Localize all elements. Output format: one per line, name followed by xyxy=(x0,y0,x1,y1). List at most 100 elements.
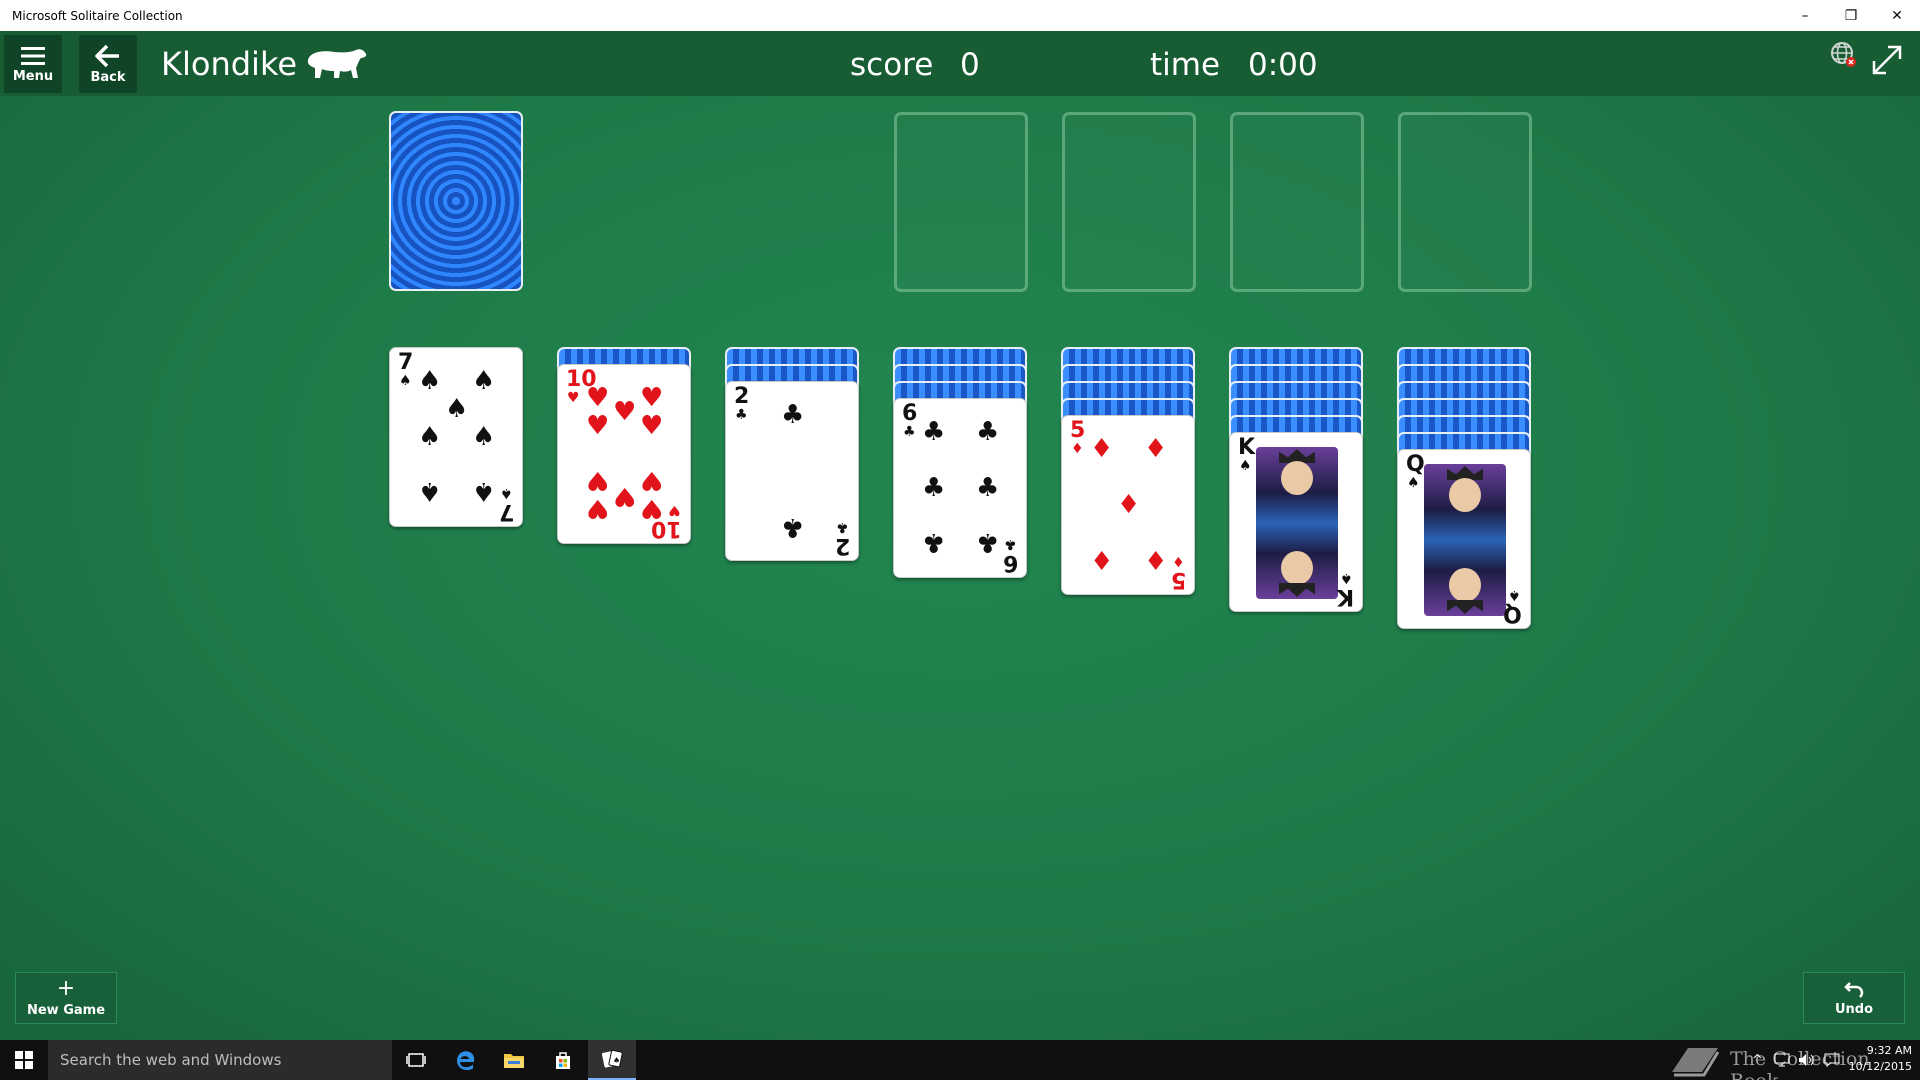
card-suit: ♠ xyxy=(500,485,513,501)
task-view-icon[interactable] xyxy=(392,1040,440,1080)
club-pip: ♣ xyxy=(976,417,1000,447)
heart-pip: ♥ xyxy=(613,481,637,511)
game-header: Menu Back Klondike score 0 time 0:00 xyxy=(0,31,1920,96)
taskbar-search-box[interactable]: Search the web and Windows xyxy=(48,1040,392,1080)
card-rank: 6 xyxy=(902,401,918,426)
heart-pip: ♥ xyxy=(586,465,610,495)
stock-pile[interactable] xyxy=(389,111,523,291)
card-rank: 5 xyxy=(1070,418,1086,443)
undo-icon xyxy=(1844,981,1864,998)
store-icon[interactable] xyxy=(539,1040,587,1080)
menu-button[interactable]: Menu xyxy=(4,35,62,93)
club-pip: ♣ xyxy=(976,527,1000,557)
foundation-slot[interactable] xyxy=(894,112,1028,292)
foundation-slot[interactable] xyxy=(1398,112,1532,292)
heart-pip: ♥ xyxy=(586,383,610,413)
svg-text:♠: ♠ xyxy=(613,1056,620,1065)
back-button[interactable]: Back xyxy=(79,35,137,93)
fullscreen-icon[interactable] xyxy=(1870,43,1904,77)
card-rank: 5 xyxy=(1170,567,1186,592)
file-explorer-icon[interactable] xyxy=(490,1040,538,1080)
plus-icon: + xyxy=(56,975,76,1001)
club-pip: ♣ xyxy=(922,527,946,557)
score-label: score xyxy=(850,47,934,83)
window-title: Microsoft Solitaire Collection xyxy=(12,8,183,23)
back-arrow-icon xyxy=(95,44,119,67)
card-rank: K xyxy=(1336,584,1354,609)
edge-browser-icon[interactable] xyxy=(441,1040,489,1080)
solitaire-app-icon[interactable]: ♠ xyxy=(588,1040,636,1080)
heart-pip: ♥ xyxy=(640,411,664,441)
card-suit: ♠ xyxy=(1508,587,1521,603)
card-suit: ♦ xyxy=(1172,553,1185,569)
heart-pip: ♥ xyxy=(640,465,664,495)
tableau-card-queen-spades[interactable]: Q ♠ ♠ Q xyxy=(1397,449,1531,629)
card-rank: K xyxy=(1238,435,1256,460)
spade-pip: ♠ xyxy=(472,422,496,452)
card-suit: ♥ xyxy=(567,390,580,406)
heart-pip: ♥ xyxy=(586,493,610,523)
card-rank: Q xyxy=(1503,601,1522,626)
foundation-slot[interactable] xyxy=(1230,112,1364,292)
start-button[interactable] xyxy=(0,1040,48,1080)
volume-icon[interactable] xyxy=(1798,1040,1816,1080)
club-pip: ♣ xyxy=(781,400,805,430)
card-rank: 10 xyxy=(651,516,682,541)
spade-pip: ♠ xyxy=(445,394,469,424)
card-suit: ♣ xyxy=(1004,536,1017,552)
card-rank: 7 xyxy=(398,350,414,375)
time-value: 0:00 xyxy=(1248,47,1318,83)
tray-chevron-icon[interactable]: ^ xyxy=(1752,1040,1763,1080)
card-rank: 7 xyxy=(498,499,514,524)
diamond-pip: ♦ xyxy=(1117,490,1141,520)
close-button[interactable]: ✕ xyxy=(1874,0,1920,31)
clock-date: 10/12/2015 xyxy=(1848,1060,1912,1073)
card-suit: ♠ xyxy=(399,373,412,389)
menu-label: Menu xyxy=(12,68,54,84)
club-pip: ♣ xyxy=(976,473,1000,503)
diamond-pip: ♦ xyxy=(1090,434,1114,464)
notifications-icon[interactable] xyxy=(1824,1040,1840,1080)
spade-pip: ♠ xyxy=(418,476,442,506)
card-rank: Q xyxy=(1406,452,1425,477)
card-suit: ♥ xyxy=(668,502,681,518)
tableau-card-6-clubs[interactable]: 6 ♣ ♣ ♣ ♣ ♣ ♣ ♣ ♣ 6 xyxy=(893,398,1027,578)
foundation-slot[interactable] xyxy=(1062,112,1196,292)
windows-taskbar: Search the web and Windows ♠ The Collect… xyxy=(0,1040,1920,1080)
club-pip: ♣ xyxy=(922,417,946,447)
tableau-card-10-hearts[interactable]: 10 ♥ ♥ ♥ ♥ ♥ ♥ ♥ ♥ ♥ ♥ ♥ ♥ 10 xyxy=(557,364,691,544)
queen-portrait xyxy=(1424,464,1506,616)
club-pip: ♣ xyxy=(781,512,805,542)
restore-button[interactable]: ❐ xyxy=(1828,0,1874,31)
club-pip: ♣ xyxy=(922,473,946,503)
taskbar-clock[interactable]: 9:32 AM 10/12/2015 xyxy=(1849,1043,1912,1075)
undo-button[interactable]: Undo xyxy=(1803,972,1905,1024)
spade-pip: ♠ xyxy=(472,366,496,396)
tableau-card-7-spades[interactable]: 7 ♠ ♠ ♠ ♠ ♠ ♠ ♠ ♠ ♠ 7 xyxy=(389,347,523,527)
card-suit: ♣ xyxy=(836,519,849,535)
hamburger-icon xyxy=(21,46,45,65)
tableau-card-2-clubs[interactable]: 2 ♣ ♣ ♣ ♣ 2 xyxy=(725,381,859,561)
xbox-live-globe-icon[interactable] xyxy=(1830,41,1858,69)
game-title: Klondike xyxy=(161,45,298,83)
time-label: time xyxy=(1150,47,1221,83)
diamond-pip: ♦ xyxy=(1144,434,1168,464)
heart-pip: ♥ xyxy=(586,411,610,441)
diamond-pip: ♦ xyxy=(1090,544,1114,574)
tableau-card-king-spades[interactable]: K ♠ ♠ K xyxy=(1229,432,1363,612)
new-game-button[interactable]: + New Game xyxy=(15,972,117,1024)
tableau-card-5-diamonds[interactable]: 5 ♦ ♦ ♦ ♦ ♦ ♦ ♦ 5 xyxy=(1061,415,1195,595)
spade-pip: ♠ xyxy=(418,422,442,452)
new-game-label: New Game xyxy=(26,1002,106,1018)
network-icon[interactable] xyxy=(1774,1040,1790,1080)
heart-pip: ♥ xyxy=(613,397,637,427)
card-suit: ♦ xyxy=(1071,441,1084,457)
spade-pip: ♠ xyxy=(418,366,442,396)
card-suit: ♠ xyxy=(1239,458,1252,474)
card-suit: ♣ xyxy=(735,407,748,423)
undo-label: Undo xyxy=(1834,1001,1874,1017)
card-suit: ♠ xyxy=(1407,475,1420,491)
card-rank: 2 xyxy=(834,533,850,558)
minimize-button[interactable]: – xyxy=(1782,0,1828,31)
polar-bear-icon xyxy=(307,49,367,78)
